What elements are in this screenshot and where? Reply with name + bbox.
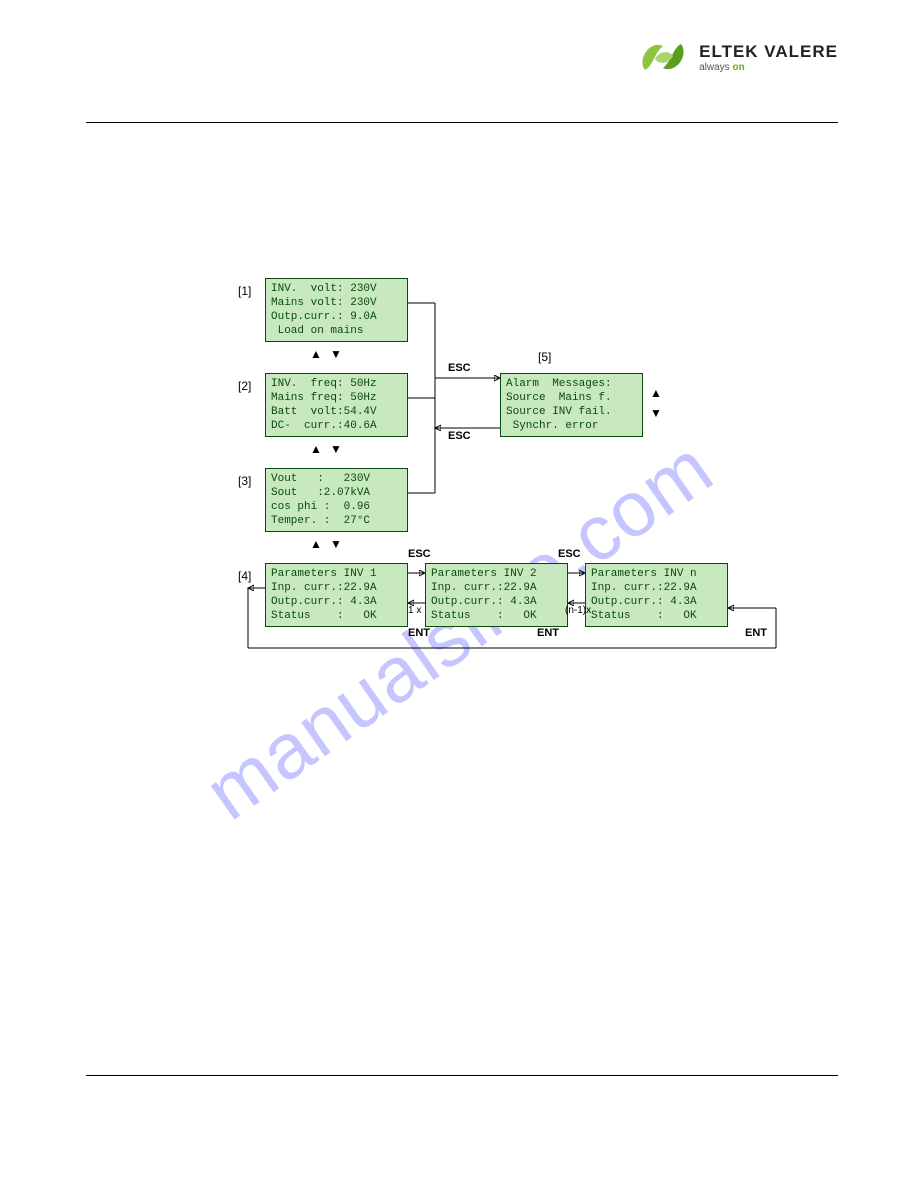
header-rule — [86, 122, 838, 123]
lcd-box-5: Alarm Messages: Source Mains f. Source I… — [500, 373, 643, 437]
esc-label: ESC — [448, 430, 471, 442]
lcd-box-7: Parameters INV n Inp. curr.:22.9A Outp.c… — [585, 563, 728, 627]
down-triangle-icon: ▼ — [330, 537, 342, 551]
up-triangle-icon: ▲ — [650, 386, 662, 400]
node-number-1: [1] — [238, 284, 251, 298]
up-triangle-icon: ▲ — [310, 537, 322, 551]
nminus1x-label: (n-1)x — [565, 605, 591, 616]
down-triangle-icon: ▼ — [650, 406, 662, 420]
up-triangle-icon: ▲ — [310, 347, 322, 361]
up-triangle-icon: ▲ — [310, 442, 322, 456]
esc-label: ESC — [558, 548, 581, 560]
menu-flow-diagram: [1] [2] [3] [4] [5] INV. volt: 230V Main… — [230, 278, 795, 678]
lcd-box-1: INV. volt: 230V Mains volt: 230V Outp.cu… — [265, 278, 408, 342]
node-number-4: [4] — [238, 569, 251, 583]
lcd-box-6: Parameters INV 2 Inp. curr.:22.9A Outp.c… — [425, 563, 568, 627]
down-triangle-icon: ▼ — [330, 442, 342, 456]
ent-label: ENT — [745, 627, 767, 639]
brand-logo: ELTEK VALERE always on — [635, 36, 838, 78]
esc-label: ESC — [408, 548, 431, 560]
brand-name: ELTEK VALERE — [699, 42, 838, 62]
down-triangle-icon: ▼ — [330, 347, 342, 361]
onex-label: 1 x — [408, 605, 421, 616]
lcd-box-2: INV. freq: 50Hz Mains freq: 50Hz Batt vo… — [265, 373, 408, 437]
node-number-2: [2] — [238, 379, 251, 393]
logo-swirl-icon — [635, 36, 691, 78]
ent-label: ENT — [408, 627, 430, 639]
brand-tagline: always on — [699, 62, 838, 73]
esc-label: ESC — [448, 362, 471, 374]
node-number-3: [3] — [238, 474, 251, 488]
lcd-box-4: Parameters INV 1 Inp. curr.:22.9A Outp.c… — [265, 563, 408, 627]
ent-label: ENT — [537, 627, 559, 639]
lcd-box-3: Vout : 230V Sout :2.07kVA cos phi : 0.96… — [265, 468, 408, 532]
footer-rule — [86, 1075, 838, 1076]
node-number-5: [5] — [538, 350, 551, 364]
